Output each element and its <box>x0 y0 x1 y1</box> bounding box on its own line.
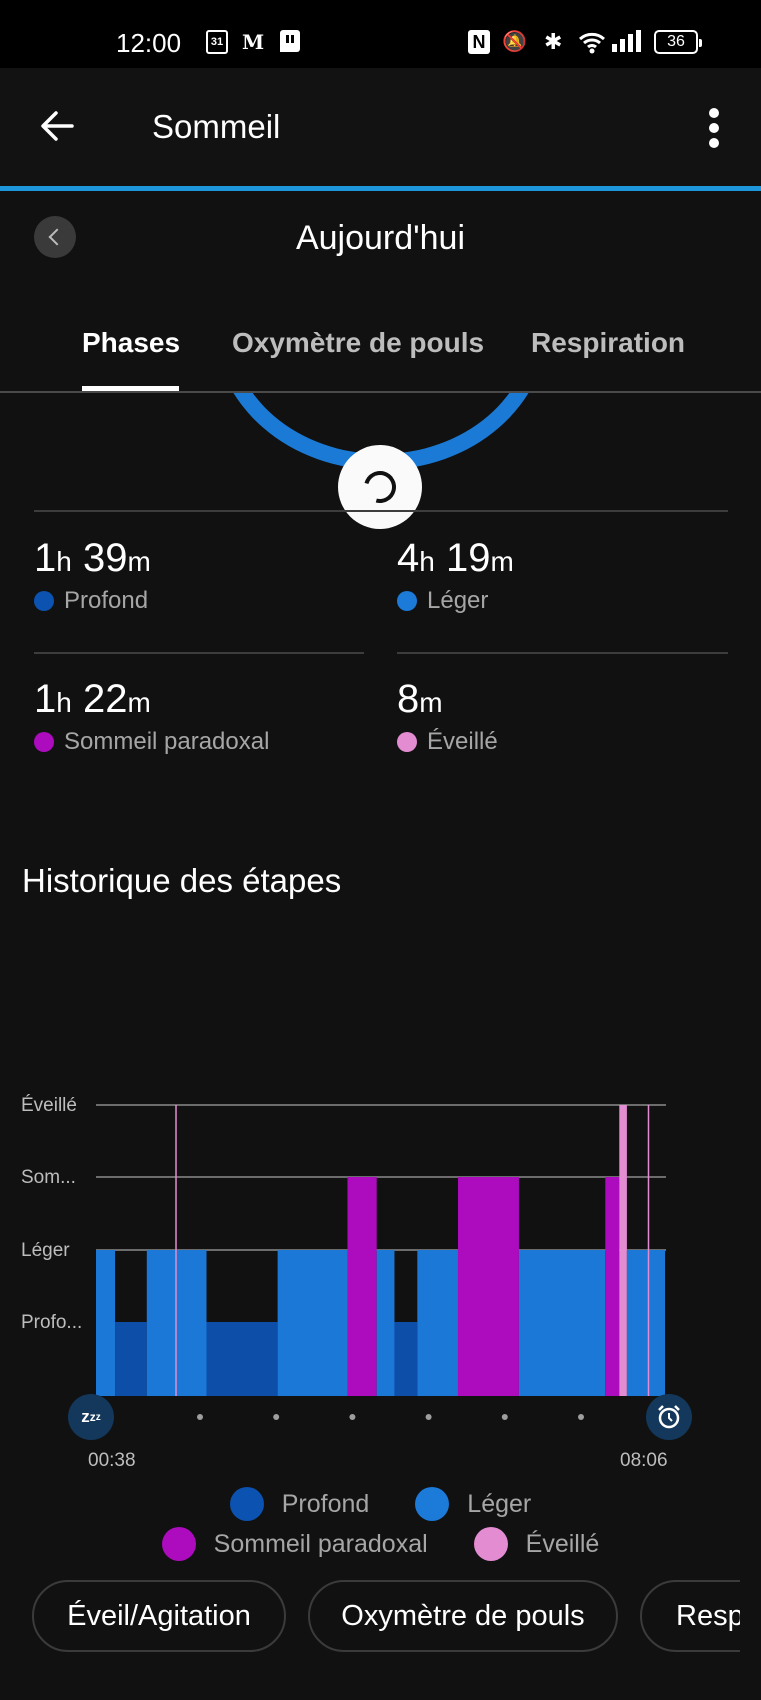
page-title: Sommeil <box>152 108 281 145</box>
twitch-icon <box>280 30 300 52</box>
deep-dot-icon <box>34 591 54 611</box>
loading-spinner-icon[interactable] <box>338 445 422 529</box>
stat-value: 1h 39m <box>34 536 151 580</box>
light-dot-icon <box>397 591 417 611</box>
x-label-start: 00:38 <box>88 1450 136 1471</box>
segment-light <box>96 1250 116 1396</box>
stat-value: 1h 22m <box>34 677 151 721</box>
segment-light <box>417 1250 458 1396</box>
segment-rem <box>605 1177 620 1396</box>
legend-item-rem: Sommeil paradoxal <box>161 1527 428 1561</box>
more-vertical-icon <box>709 108 719 118</box>
segment-light <box>518 1250 606 1396</box>
tab-pulse-oximeter[interactable]: Oxymètre de pouls <box>232 327 484 359</box>
time-tick-dot <box>273 1414 280 1420</box>
time-tick-dot <box>425 1414 432 1420</box>
stat-rem: 1h 22m Sommeil paradoxal <box>34 677 269 756</box>
segment-deep <box>394 1322 418 1396</box>
sleep-stages-chart: Éveillé Som... Léger Profo... zzz 00:38 … <box>0 1080 761 1480</box>
date-navigator: Aujourd'hui <box>0 191 761 291</box>
sleep-zzz-icon: zzz <box>68 1394 114 1440</box>
signal-icon <box>612 30 642 52</box>
more-options-button[interactable] <box>700 106 728 150</box>
status-bar: 12:00 31 M N 🔕 ✱ 36 <box>0 0 761 68</box>
stat-label: Profond <box>64 587 149 614</box>
divider <box>34 510 728 512</box>
rem-dot-icon <box>161 1527 196 1561</box>
chip-pulse-oximeter[interactable]: Oxymètre de pouls <box>308 1580 618 1652</box>
segment-rem <box>457 1177 519 1396</box>
back-button[interactable] <box>36 104 80 148</box>
tab-respiration[interactable]: Respiration <box>531 327 685 359</box>
tab-bar: Phases Oxymètre de pouls Respiration <box>0 300 761 393</box>
light-dot-icon <box>415 1487 450 1521</box>
x-label-end: 08:06 <box>620 1450 668 1471</box>
legend-item-awake: Éveillé <box>473 1527 599 1561</box>
tab-phases[interactable]: Phases <box>82 327 180 359</box>
stat-value: 4h 19m <box>397 536 514 580</box>
time-tick-dot <box>501 1414 508 1420</box>
alarm-clock-icon <box>646 1394 692 1440</box>
battery-icon: 36 <box>654 30 702 54</box>
time-tick-dot <box>349 1414 356 1420</box>
le-monde-icon: M <box>242 30 265 54</box>
awake-dot-icon <box>397 732 417 752</box>
section-title: Historique des étapes <box>22 862 342 899</box>
awake-dot-icon <box>473 1527 508 1561</box>
nfc-icon: N <box>468 30 490 54</box>
stat-label: Sommeil paradoxal <box>64 728 270 755</box>
divider <box>34 652 364 654</box>
legend-item-light: Léger <box>415 1487 531 1521</box>
time-tick-dot <box>578 1414 584 1420</box>
mute-icon: 🔕 <box>502 31 527 53</box>
wifi-icon <box>578 30 608 54</box>
chart-plot <box>96 1104 666 1420</box>
segment-light <box>277 1250 348 1396</box>
segment-deep <box>206 1322 278 1396</box>
stat-label: Éveillé <box>427 728 498 755</box>
calendar-icon: 31 <box>206 30 228 54</box>
status-time: 12:00 <box>116 28 182 58</box>
segment-rem <box>347 1177 377 1396</box>
legend-item-deep: Profond <box>229 1487 369 1521</box>
active-tab-indicator <box>82 386 179 391</box>
deep-dot-icon <box>229 1487 264 1521</box>
segment-light <box>376 1250 395 1396</box>
stat-awake: 8m Éveillé <box>397 677 498 756</box>
stat-label: Léger <box>427 587 489 614</box>
time-tick-dot <box>197 1414 203 1420</box>
metric-chips: Éveil/Agitation Oxymètre de pouls Resp <box>0 1580 740 1654</box>
chip-respiration[interactable]: Resp <box>640 1580 740 1652</box>
bluetooth-icon: ✱ <box>544 29 563 54</box>
rem-dot-icon <box>34 732 54 752</box>
stat-value: 8m <box>397 677 443 721</box>
segment-deep <box>115 1322 147 1396</box>
stat-deep: 1h 39m Profond <box>34 536 151 615</box>
segment-light <box>626 1250 665 1396</box>
stat-light: 4h 19m Léger <box>397 536 514 615</box>
segment-awake <box>619 1105 627 1396</box>
chip-restlessness[interactable]: Éveil/Agitation <box>32 1580 286 1652</box>
date-title: Aujourd'hui <box>295 219 466 257</box>
divider <box>397 652 728 654</box>
arrow-left-icon <box>41 111 74 141</box>
app-bar: Sommeil <box>0 68 761 186</box>
